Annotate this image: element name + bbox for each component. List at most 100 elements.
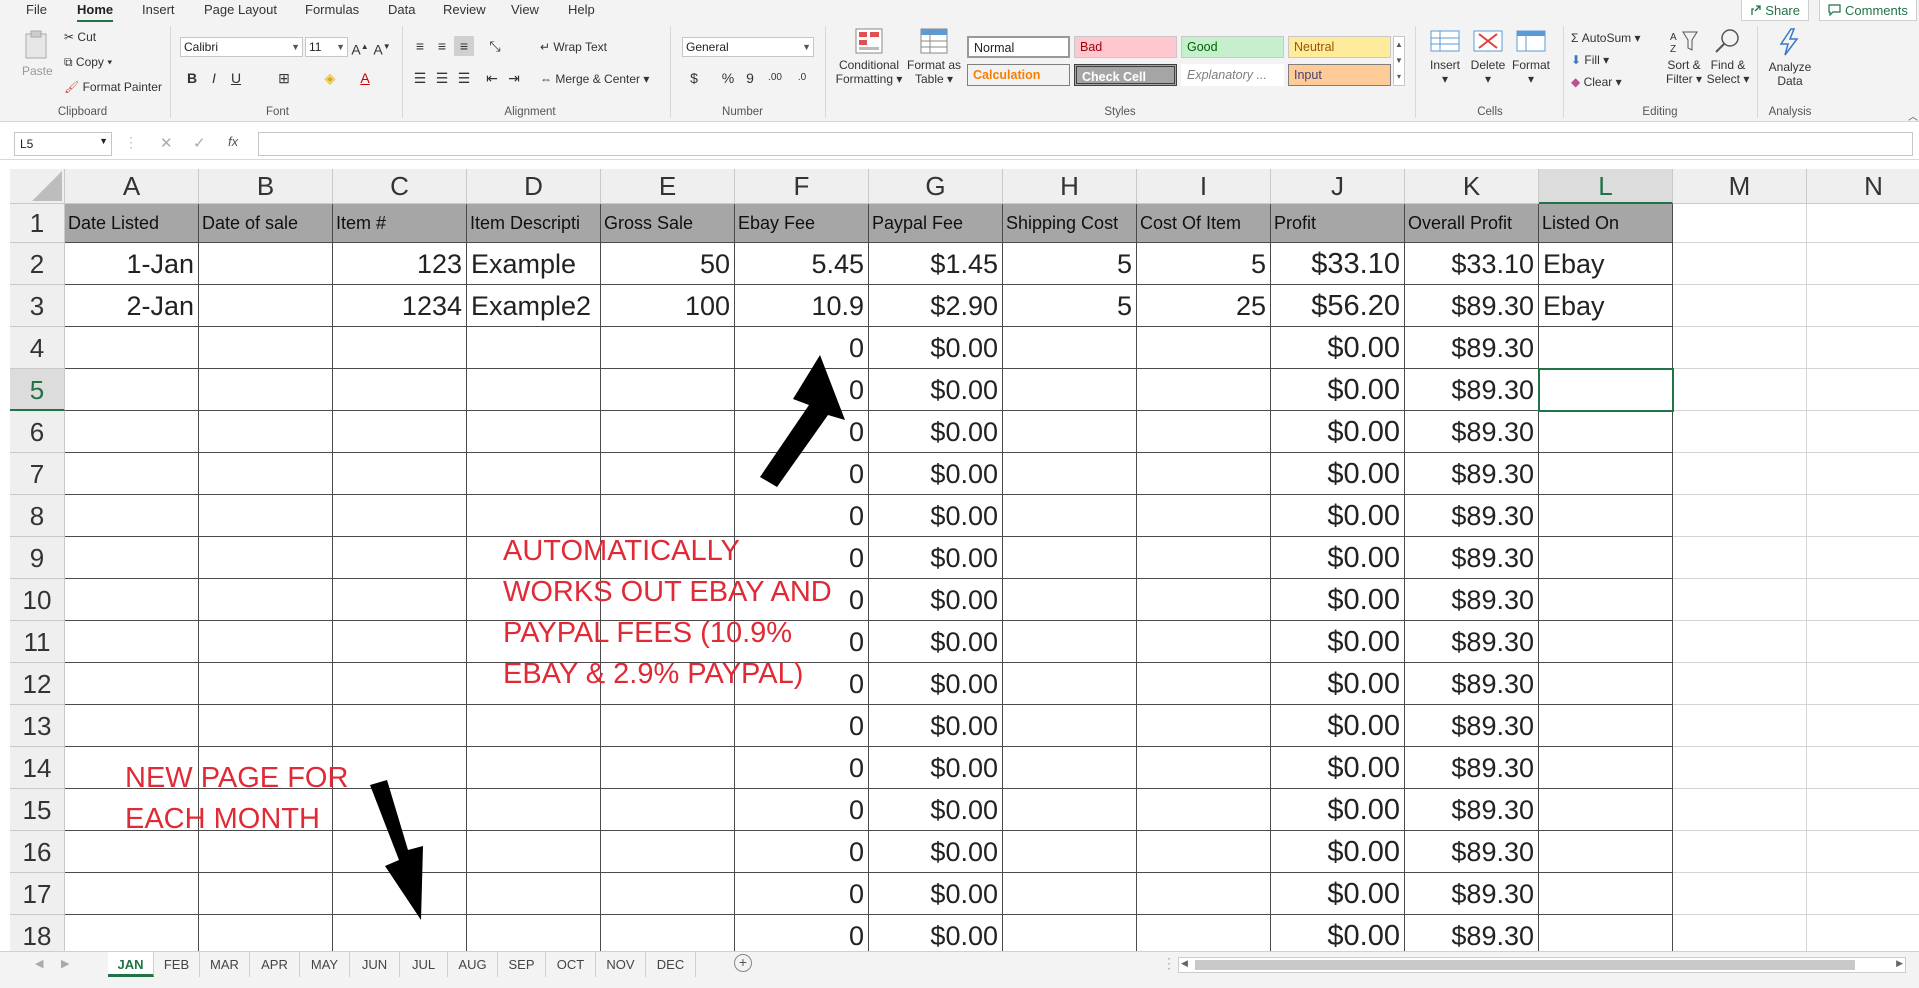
table-cell[interactable]: $89.30 (1405, 369, 1539, 411)
table-cell[interactable] (1673, 369, 1807, 411)
clear-button[interactable]: ◆ Clear ▾ (1571, 75, 1622, 89)
table-cell[interactable]: $89.30 (1405, 789, 1539, 831)
row-header[interactable]: 3 (10, 285, 65, 327)
table-cell[interactable] (65, 705, 199, 747)
column-header[interactable]: E (601, 169, 735, 204)
table-cell[interactable]: $89.30 (1405, 747, 1539, 789)
row-header[interactable]: 4 (10, 327, 65, 369)
table-cell[interactable] (1539, 663, 1673, 705)
table-cell[interactable]: Example (467, 243, 601, 285)
row-header[interactable]: 2 (10, 243, 65, 285)
tab-data[interactable]: Data (388, 2, 415, 20)
analyze-data-button[interactable]: Analyze Data (1765, 28, 1815, 88)
table-cell[interactable] (65, 537, 199, 579)
table-cell[interactable]: $89.30 (1405, 411, 1539, 453)
table-cell[interactable]: $0.00 (869, 411, 1003, 453)
table-cell[interactable] (65, 411, 199, 453)
table-cell[interactable]: 5.45 (735, 243, 869, 285)
table-cell[interactable] (1807, 663, 1919, 705)
table-cell[interactable] (1137, 705, 1271, 747)
delete-cells-button[interactable]: Delete ▾ (1467, 28, 1509, 86)
scroll-right-icon[interactable]: ▶ (1896, 958, 1903, 969)
scroll-tabs-right-icon[interactable]: ▶ (61, 957, 69, 970)
column-title-cell[interactable]: Paypal Fee (869, 204, 1003, 243)
table-cell[interactable] (1003, 915, 1137, 954)
formula-input[interactable] (258, 132, 1913, 156)
table-cell[interactable] (1137, 831, 1271, 873)
percent-icon[interactable]: % (718, 68, 738, 88)
table-cell[interactable]: $0.00 (869, 495, 1003, 537)
table-cell[interactable]: Example2 (467, 285, 601, 327)
table-cell[interactable]: $33.10 (1405, 243, 1539, 285)
table-cell[interactable]: 50 (601, 243, 735, 285)
find-select-button[interactable]: Find & Select ▾ (1706, 28, 1750, 86)
font-size-combo[interactable]: 11 ▼ (305, 37, 348, 57)
table-cell[interactable] (1673, 579, 1807, 621)
table-cell[interactable] (601, 915, 735, 954)
table-cell[interactable] (467, 705, 601, 747)
horizontal-scrollbar[interactable]: ◀ ▶ (1178, 957, 1906, 973)
table-cell[interactable] (1673, 831, 1807, 873)
table-cell[interactable] (1539, 327, 1673, 369)
table-cell[interactable] (333, 579, 467, 621)
table-cell[interactable] (1807, 705, 1919, 747)
table-cell[interactable] (467, 873, 601, 915)
style-check-cell[interactable]: Check Cell (1074, 64, 1177, 86)
table-cell[interactable] (1807, 873, 1919, 915)
style-normal[interactable]: Normal (967, 36, 1070, 58)
table-cell[interactable] (1137, 327, 1271, 369)
table-cell[interactable]: $89.30 (1405, 831, 1539, 873)
table-cell[interactable]: $0.00 (1271, 453, 1405, 495)
table-cell[interactable] (1673, 621, 1807, 663)
table-cell[interactable] (1137, 873, 1271, 915)
table-cell[interactable] (1003, 453, 1137, 495)
table-cell[interactable] (601, 411, 735, 453)
font-color-icon[interactable]: A (355, 68, 375, 88)
table-cell[interactable] (1137, 621, 1271, 663)
table-cell[interactable] (1137, 495, 1271, 537)
table-cell[interactable] (1673, 411, 1807, 453)
table-cell[interactable] (1807, 285, 1919, 327)
share-button[interactable]: Share (1741, 0, 1809, 21)
column-header[interactable]: M (1673, 169, 1807, 204)
autosum-button[interactable]: Σ AutoSum ▾ (1571, 31, 1640, 45)
table-cell[interactable] (1807, 915, 1919, 954)
table-cell[interactable] (333, 411, 467, 453)
add-sheet-icon[interactable]: + (734, 954, 752, 972)
table-cell[interactable] (199, 327, 333, 369)
table-cell[interactable] (1673, 453, 1807, 495)
style-calculation[interactable]: Calculation (967, 64, 1070, 86)
table-cell[interactable]: $56.20 (1271, 285, 1405, 327)
align-top-icon[interactable]: ≡ (410, 36, 430, 56)
table-cell[interactable] (1137, 537, 1271, 579)
table-cell[interactable]: $89.30 (1405, 873, 1539, 915)
table-cell[interactable]: $0.00 (1271, 705, 1405, 747)
table-cell[interactable]: 25 (1137, 285, 1271, 327)
table-cell[interactable] (199, 621, 333, 663)
column-title-cell[interactable]: Item Descripti (467, 204, 601, 243)
table-cell[interactable] (333, 369, 467, 411)
row-header[interactable]: 13 (10, 705, 65, 747)
table-cell[interactable] (333, 495, 467, 537)
table-cell[interactable]: $0.00 (1271, 915, 1405, 954)
table-cell[interactable] (199, 495, 333, 537)
table-cell[interactable] (1003, 705, 1137, 747)
table-cell[interactable] (199, 705, 333, 747)
table-cell[interactable] (65, 579, 199, 621)
table-cell[interactable] (1673, 789, 1807, 831)
insert-function-icon[interactable]: fx (228, 134, 238, 149)
table-cell[interactable] (333, 705, 467, 747)
table-cell[interactable] (1539, 537, 1673, 579)
table-cell[interactable]: 5 (1003, 285, 1137, 327)
table-cell[interactable]: $89.30 (1405, 663, 1539, 705)
borders-icon[interactable]: ⊞ (274, 68, 294, 88)
table-cell[interactable]: $89.30 (1405, 537, 1539, 579)
table-cell[interactable] (333, 663, 467, 705)
table-cell[interactable] (199, 537, 333, 579)
table-cell[interactable] (601, 747, 735, 789)
table-cell[interactable]: $0.00 (1271, 831, 1405, 873)
column-title-cell[interactable]: Cost Of Item (1137, 204, 1271, 243)
tab-review[interactable]: Review (443, 2, 486, 20)
decrease-indent-icon[interactable]: ⇤ (482, 68, 502, 88)
table-cell[interactable] (467, 327, 601, 369)
